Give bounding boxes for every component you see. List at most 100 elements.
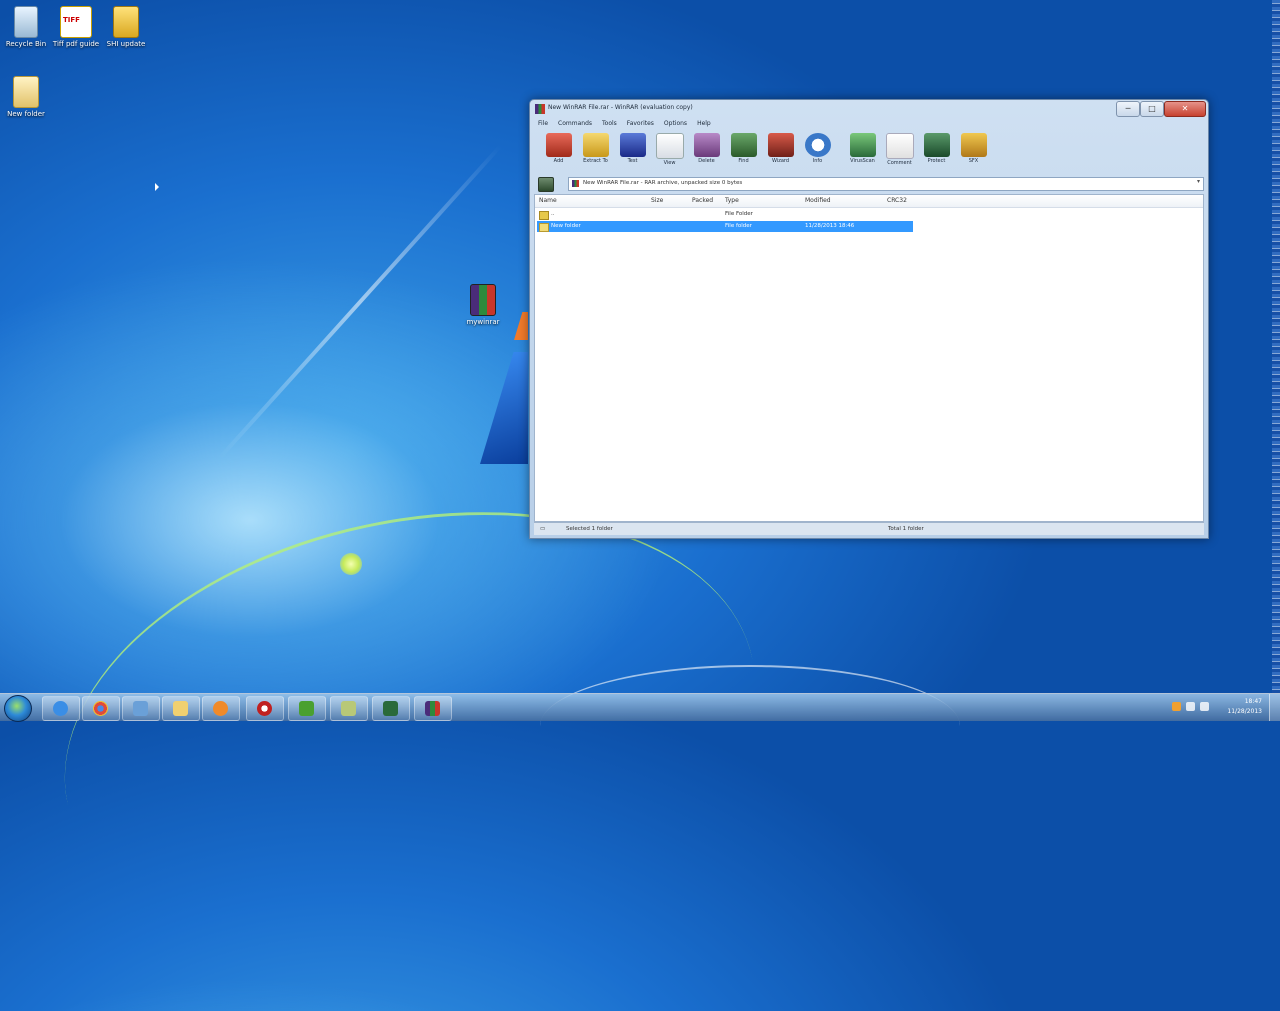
test-label: Test bbox=[627, 158, 638, 164]
internet-explorer-icon bbox=[53, 701, 68, 716]
status-total: Total 1 folder bbox=[888, 526, 924, 532]
view-icon bbox=[655, 133, 684, 159]
column-packed[interactable]: Packed bbox=[692, 195, 713, 207]
virusscan-label: VirusScan bbox=[850, 158, 875, 164]
menu-favorites[interactable]: Favorites bbox=[627, 119, 654, 129]
desktop-icon-label: SHI update bbox=[106, 40, 146, 48]
close-button[interactable]: ✕ bbox=[1164, 101, 1206, 117]
start-button[interactable] bbox=[4, 695, 32, 722]
clock-date: 11/28/2013 bbox=[1227, 708, 1262, 715]
virusscan-icon bbox=[849, 133, 876, 157]
toolbar: Add Extract To Test View Delete Find Wiz… bbox=[534, 130, 1204, 174]
taskbar-explorer[interactable] bbox=[162, 696, 200, 721]
row-type: File folder bbox=[725, 223, 752, 229]
view-label: View bbox=[663, 160, 676, 166]
clock-time: 18:47 bbox=[1244, 698, 1262, 705]
table-row-new-folder[interactable]: New folder File folder 11/28/2013 18:46 bbox=[537, 221, 913, 232]
volume-icon[interactable] bbox=[1200, 702, 1209, 711]
row-type: File Folder bbox=[725, 211, 753, 217]
column-type[interactable]: Type bbox=[725, 195, 739, 207]
add-label: Add bbox=[553, 158, 564, 164]
taskbar-chrome[interactable] bbox=[82, 696, 120, 721]
network-icon[interactable] bbox=[1186, 702, 1195, 711]
test-icon bbox=[619, 133, 646, 157]
status-bar: ▭ Selected 1 folder Total 1 folder bbox=[534, 522, 1204, 535]
find-button[interactable]: Find bbox=[725, 130, 762, 174]
comment-button[interactable]: Comment bbox=[881, 130, 918, 174]
taskbar-opera[interactable] bbox=[246, 696, 284, 721]
archive-path: New WinRAR File.rar - RAR archive, unpac… bbox=[583, 180, 743, 186]
camera-icon bbox=[341, 701, 356, 716]
wizard-label: Wizard bbox=[771, 158, 790, 164]
view-button[interactable]: View bbox=[651, 130, 688, 174]
extract-to-button[interactable]: Extract To bbox=[577, 130, 614, 174]
menu-file[interactable]: File bbox=[538, 119, 548, 129]
find-label: Find bbox=[738, 158, 749, 164]
table-row-parent[interactable]: .. File Folder bbox=[537, 209, 913, 220]
column-crc32[interactable]: CRC32 bbox=[887, 195, 907, 207]
add-button[interactable]: Add bbox=[540, 130, 577, 174]
winrar-icon bbox=[425, 701, 440, 716]
up-one-level-button[interactable] bbox=[538, 177, 554, 192]
row-name: New folder bbox=[551, 223, 581, 229]
clock[interactable]: 18:47 11/28/2013 bbox=[1227, 697, 1262, 717]
media-player-icon bbox=[213, 701, 228, 716]
taskbar-internet-explorer[interactable] bbox=[42, 696, 80, 721]
taskbar: 18:47 11/28/2013 bbox=[0, 693, 1280, 722]
column-name[interactable]: Name bbox=[539, 195, 557, 207]
protect-label: Protect bbox=[927, 158, 946, 164]
show-desktop-button[interactable] bbox=[1269, 694, 1280, 721]
menu-commands[interactable]: Commands bbox=[558, 119, 592, 129]
screen-edge bbox=[1272, 0, 1280, 693]
taskbar-android[interactable] bbox=[288, 696, 326, 721]
find-icon bbox=[730, 133, 757, 157]
column-modified[interactable]: Modified bbox=[805, 195, 831, 207]
column-size[interactable]: Size bbox=[651, 195, 663, 207]
desktop-icon-mywinrar[interactable]: mywinrar bbox=[457, 284, 509, 327]
menu-options[interactable]: Options bbox=[664, 119, 687, 129]
menu-tools[interactable]: Tools bbox=[602, 119, 617, 129]
info-icon bbox=[804, 133, 831, 157]
protect-button[interactable]: Protect bbox=[918, 130, 955, 174]
desktop-icon-label: Recycle Bin bbox=[5, 40, 47, 48]
info-button[interactable]: Info bbox=[799, 130, 836, 174]
desktop-icon-shi-update[interactable]: SHI update bbox=[100, 6, 152, 49]
desktop-icon-label: New folder bbox=[7, 110, 45, 118]
drive-icon[interactable]: ▭ bbox=[540, 524, 545, 534]
wizard-button[interactable]: Wizard bbox=[762, 130, 799, 174]
menu-bar: File Commands Tools Favorites Options He… bbox=[534, 119, 1204, 129]
menu-help[interactable]: Help bbox=[697, 119, 711, 129]
desktop-icon-tiff-guide[interactable]: Tiff pdf guide bbox=[50, 6, 102, 49]
system-tray: 18:47 11/28/2013 bbox=[1150, 694, 1280, 721]
test-button[interactable]: Test bbox=[614, 130, 651, 174]
windows-logo-fragment bbox=[480, 352, 528, 464]
opera-icon bbox=[257, 701, 272, 716]
protect-icon bbox=[923, 133, 950, 157]
sfx-button[interactable]: SFX bbox=[955, 130, 992, 174]
wizard-icon bbox=[767, 133, 794, 157]
virusscan-button[interactable]: VirusScan bbox=[844, 130, 881, 174]
desktop-icon-recycle-bin[interactable]: Recycle Bin bbox=[0, 6, 52, 49]
winrar-archive-icon bbox=[470, 284, 496, 316]
maximize-button[interactable]: □ bbox=[1140, 101, 1164, 117]
notification-icon[interactable] bbox=[1172, 702, 1181, 711]
winrar-window: New WinRAR File.rar - WinRAR (evaluation… bbox=[529, 99, 1209, 539]
chevron-down-icon[interactable]: ▾ bbox=[1197, 178, 1200, 185]
delete-label: Delete bbox=[698, 158, 715, 164]
minimize-button[interactable]: ─ bbox=[1116, 101, 1140, 117]
archive-path-field[interactable]: New WinRAR File.rar - RAR archive, unpac… bbox=[568, 177, 1204, 191]
recycle-bin-icon bbox=[14, 6, 38, 38]
taskbar-camera[interactable] bbox=[330, 696, 368, 721]
window-title: New WinRAR File.rar - WinRAR (evaluation… bbox=[548, 104, 693, 111]
taskbar-flag-app[interactable] bbox=[372, 696, 410, 721]
title-bar[interactable]: New WinRAR File.rar - WinRAR (evaluation… bbox=[530, 100, 1208, 118]
taskbar-media-player[interactable] bbox=[202, 696, 240, 721]
desktop-icon-new-folder[interactable]: New folder bbox=[0, 76, 52, 119]
folder-icon bbox=[13, 76, 39, 108]
taskbar-paint[interactable] bbox=[122, 696, 160, 721]
taskbar-winrar[interactable] bbox=[414, 696, 452, 721]
zip-folder-icon bbox=[113, 6, 139, 38]
delete-button[interactable]: Delete bbox=[688, 130, 725, 174]
folder-icon bbox=[539, 223, 549, 232]
row-modified: 11/28/2013 18:46 bbox=[805, 223, 855, 229]
